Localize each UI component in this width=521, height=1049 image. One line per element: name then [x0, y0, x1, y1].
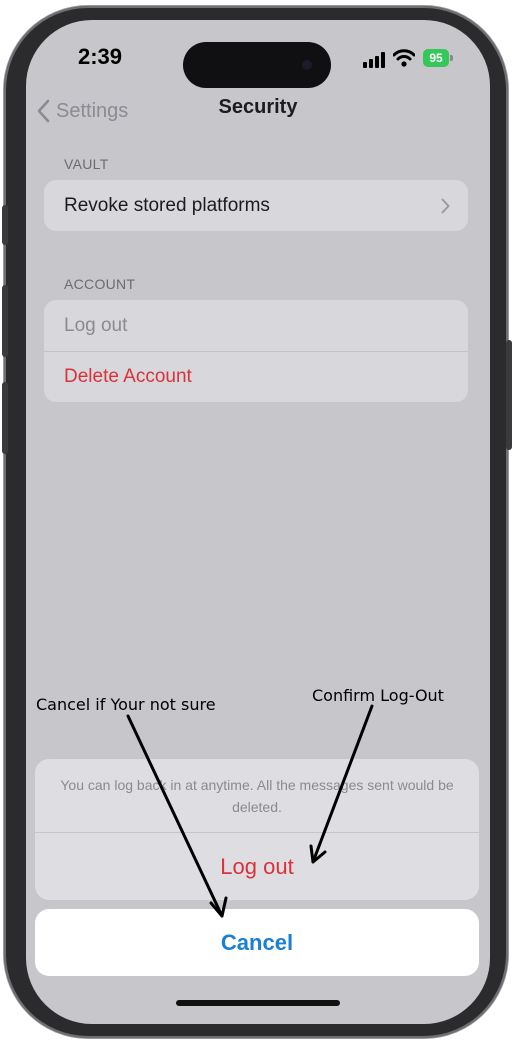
confirm-log-out-button[interactable]: Log out	[35, 833, 479, 900]
delete-account-row[interactable]: Delete Account	[44, 351, 468, 402]
home-indicator[interactable]	[176, 1000, 340, 1006]
battery-cap	[450, 55, 453, 61]
power-button	[506, 340, 512, 450]
status-time: 2:39	[78, 44, 123, 69]
battery-icon: 95	[423, 49, 449, 67]
screen: 2:39 95 Settings Security VAULT Revoke s…	[26, 20, 490, 1024]
page-title: Security	[218, 96, 298, 118]
revoke-platforms-row[interactable]: Revoke stored platforms	[44, 180, 468, 231]
action-button	[2, 205, 8, 245]
action-sheet-message: You can log back in at anytime. All the …	[60, 777, 454, 815]
section-header-vault: VAULT	[64, 156, 109, 172]
account-group: Log out Delete Account	[44, 300, 468, 402]
volume-up-button	[2, 285, 8, 357]
log-out-row[interactable]: Log out	[44, 300, 468, 351]
row-label: Revoke stored platforms	[64, 194, 270, 216]
volume-down-button	[2, 382, 8, 454]
chevron-right-icon	[441, 198, 450, 214]
camera-icon	[302, 60, 312, 70]
cellular-signal-icon	[363, 52, 387, 68]
cancel-button[interactable]: Cancel	[35, 909, 479, 976]
row-label: Log out	[64, 314, 128, 336]
annotation-confirm-note: Confirm Log-Out	[312, 686, 444, 705]
action-sheet: You can log back in at anytime. All the …	[35, 759, 479, 900]
vault-group: Revoke stored platforms	[44, 180, 468, 231]
annotation-cancel-note: Cancel if Your not sure	[36, 695, 216, 714]
row-label: Delete Account	[64, 366, 192, 387]
wifi-icon	[393, 49, 415, 67]
section-header-account: ACCOUNT	[64, 276, 136, 292]
